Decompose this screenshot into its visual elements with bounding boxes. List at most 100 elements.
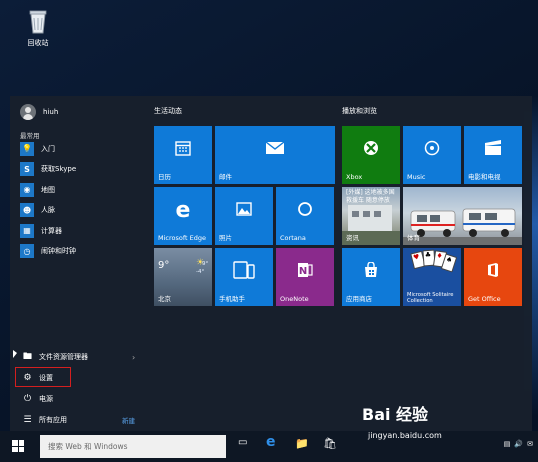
app-people[interactable]: ☻ 人脉 xyxy=(20,203,148,218)
power-label: 电源 xyxy=(39,395,53,403)
tile-label: Microsoft Edge xyxy=(158,234,207,242)
tile-onenote[interactable]: N OneNote xyxy=(276,248,334,306)
user-avatar-icon xyxy=(20,104,36,120)
app-label: 地图 xyxy=(41,185,55,194)
file-explorer-label: 文件资源管理器 xyxy=(39,353,88,361)
tile-label: Xbox xyxy=(346,173,363,181)
user-name: hiuh xyxy=(43,108,59,116)
photos-icon xyxy=(236,202,252,220)
search-placeholder: 搜索 Web 和 Windows xyxy=(48,442,128,451)
tile-label: 手机助手 xyxy=(219,295,245,303)
tile-store[interactable]: 应用商店 xyxy=(342,248,400,306)
tile-xbox[interactable]: Xbox xyxy=(342,126,400,184)
file-explorer-taskbar-icon[interactable]: 📁 xyxy=(295,438,309,449)
onenote-icon: N xyxy=(297,262,313,282)
recycle-bin-icon xyxy=(28,8,48,34)
phone-companion-icon xyxy=(233,261,255,283)
start-menu: hiuh 最常用 💡 入门 S 获取Skype ◉ 地图 ☻ 人脉 ▦ 计算器 … xyxy=(10,96,532,431)
power-icon: ⏻ xyxy=(23,394,32,404)
tile-cortana[interactable]: Cortana xyxy=(276,187,334,245)
folder-icon: 🖿 xyxy=(22,352,32,362)
app-get-started[interactable]: 💡 入门 xyxy=(20,141,148,156)
volume-icon[interactable]: 🔊 xyxy=(514,440,523,448)
news-headline: [外媒] 这地被多国救援车 随意停放 xyxy=(346,189,395,204)
all-apps-item[interactable]: ☰ 所有应用 xyxy=(22,415,67,425)
tile-label: 电影和电视 xyxy=(468,173,501,181)
tile-label: 照片 xyxy=(219,234,232,242)
office-icon xyxy=(486,262,500,282)
new-badge: 新建 xyxy=(122,417,135,425)
app-label: 获取Skype xyxy=(41,165,77,173)
lightbulb-icon: 💡 xyxy=(20,141,34,156)
all-apps-label: 所有应用 xyxy=(39,416,67,424)
tile-news[interactable]: [外媒] 这地被多国救援车 随意停放 资讯 xyxy=(342,187,400,245)
power-item[interactable]: ⏻ 电源 xyxy=(22,394,53,404)
tile-music[interactable]: Music xyxy=(403,126,461,184)
tile-label: 应用商店 xyxy=(346,295,372,303)
weather-temperature: 9° xyxy=(158,260,170,271)
edge-taskbar-icon[interactable]: e xyxy=(266,435,276,449)
tile-photos[interactable]: 照片 xyxy=(215,187,273,245)
svg-text:N: N xyxy=(299,266,307,277)
chevron-right-icon[interactable]: › xyxy=(132,353,135,362)
tile-label: Microsoft Solitaire Collection xyxy=(407,292,454,304)
xbox-icon xyxy=(363,140,379,160)
taskbar-search-box[interactable]: 搜索 Web 和 Windows xyxy=(40,435,226,458)
message-icon[interactable]: ✉ xyxy=(527,440,533,448)
tile-phone-companion[interactable]: 手机助手 xyxy=(215,248,273,306)
group-title-play: 播放和浏览 xyxy=(342,107,377,115)
most-used-header: 最常用 xyxy=(20,132,40,140)
skype-icon: S xyxy=(20,162,34,176)
most-used-list: 💡 入门 S 获取Skype ◉ 地图 ☻ 人脉 ▦ 计算器 ◷ 闹钟和时钟 xyxy=(20,141,148,264)
mail-icon xyxy=(265,141,285,159)
cortana-icon xyxy=(297,201,313,221)
tile-weather[interactable]: 9° ☀ 9° -4° 北京 xyxy=(154,248,212,306)
tile-calendar[interactable]: 日历 xyxy=(154,126,212,184)
store-taskbar-icon[interactable]: 🛍 xyxy=(323,438,337,449)
tile-label: Get Office xyxy=(468,295,501,303)
windows-logo-pane xyxy=(18,446,24,452)
mouse-cursor-icon xyxy=(13,350,17,358)
tile-sports[interactable]: 体育 xyxy=(403,187,522,245)
app-maps[interactable]: ◉ 地图 xyxy=(20,182,148,197)
tile-label: OneNote xyxy=(280,295,309,303)
app-label: 闹钟和时钟 xyxy=(41,247,76,255)
tile-label: 资讯 xyxy=(346,234,359,242)
app-label: 人脉 xyxy=(41,206,55,214)
windows-start-button[interactable] xyxy=(12,440,24,452)
edge-icon: e xyxy=(175,198,191,224)
baidu-watermark: Bai 经验 jingyan.baidu.com xyxy=(362,401,512,443)
app-get-skype[interactable]: S 获取Skype xyxy=(20,162,148,177)
tile-solitaire[interactable]: ♥ ♣ ♦ ♠ Microsoft Solitaire Collection xyxy=(403,248,461,306)
app-label: 入门 xyxy=(41,144,55,153)
maps-icon: ◉ xyxy=(20,182,34,197)
store-bag-icon xyxy=(363,261,379,282)
tile-label: Cortana xyxy=(280,234,306,242)
start-left-rail: hiuh 最常用 💡 入门 S 获取Skype ◉ 地图 ☻ 人脉 ▦ 计算器 … xyxy=(10,96,150,431)
group-title-create: 生活动态 xyxy=(154,107,182,115)
tile-movies-tv[interactable]: 电影和电视 xyxy=(464,126,522,184)
windows-logo-pane xyxy=(18,440,24,446)
task-view-icon[interactable]: ▭ xyxy=(238,438,247,448)
windows-logo-pane xyxy=(12,446,18,452)
calculator-icon: ▦ xyxy=(20,223,34,238)
windows-logo-pane xyxy=(12,440,18,446)
movies-icon xyxy=(484,140,502,160)
app-calculator[interactable]: ▦ 计算器 xyxy=(20,223,148,238)
music-icon xyxy=(424,140,440,160)
file-explorer-item[interactable]: 🖿 文件资源管理器 › xyxy=(22,352,135,362)
user-account[interactable]: hiuh xyxy=(20,104,58,120)
watermark-url: jingyan.baidu.com xyxy=(368,431,442,440)
app-label: 计算器 xyxy=(41,226,62,235)
weather-low: -4° xyxy=(196,269,205,275)
tile-mail[interactable]: 邮件 xyxy=(215,126,335,184)
tile-get-office[interactable]: Get Office xyxy=(464,248,522,306)
watermark-logo: Bai 经验 xyxy=(362,405,429,424)
desktop: 回收站 hiuh 最常用 💡 入门 S 获取Skype ◉ 地图 ☻ 人脉 ▦ … xyxy=(0,0,538,462)
tile-label: 北京 xyxy=(158,295,171,303)
recycle-bin-label: 回收站 xyxy=(27,39,49,47)
tile-label: Music xyxy=(407,173,426,181)
tile-edge[interactable]: e Microsoft Edge xyxy=(154,187,212,245)
app-alarms-clock[interactable]: ◷ 闹钟和时钟 xyxy=(20,244,148,259)
recycle-bin-shortcut[interactable]: 回收站 xyxy=(20,8,56,48)
